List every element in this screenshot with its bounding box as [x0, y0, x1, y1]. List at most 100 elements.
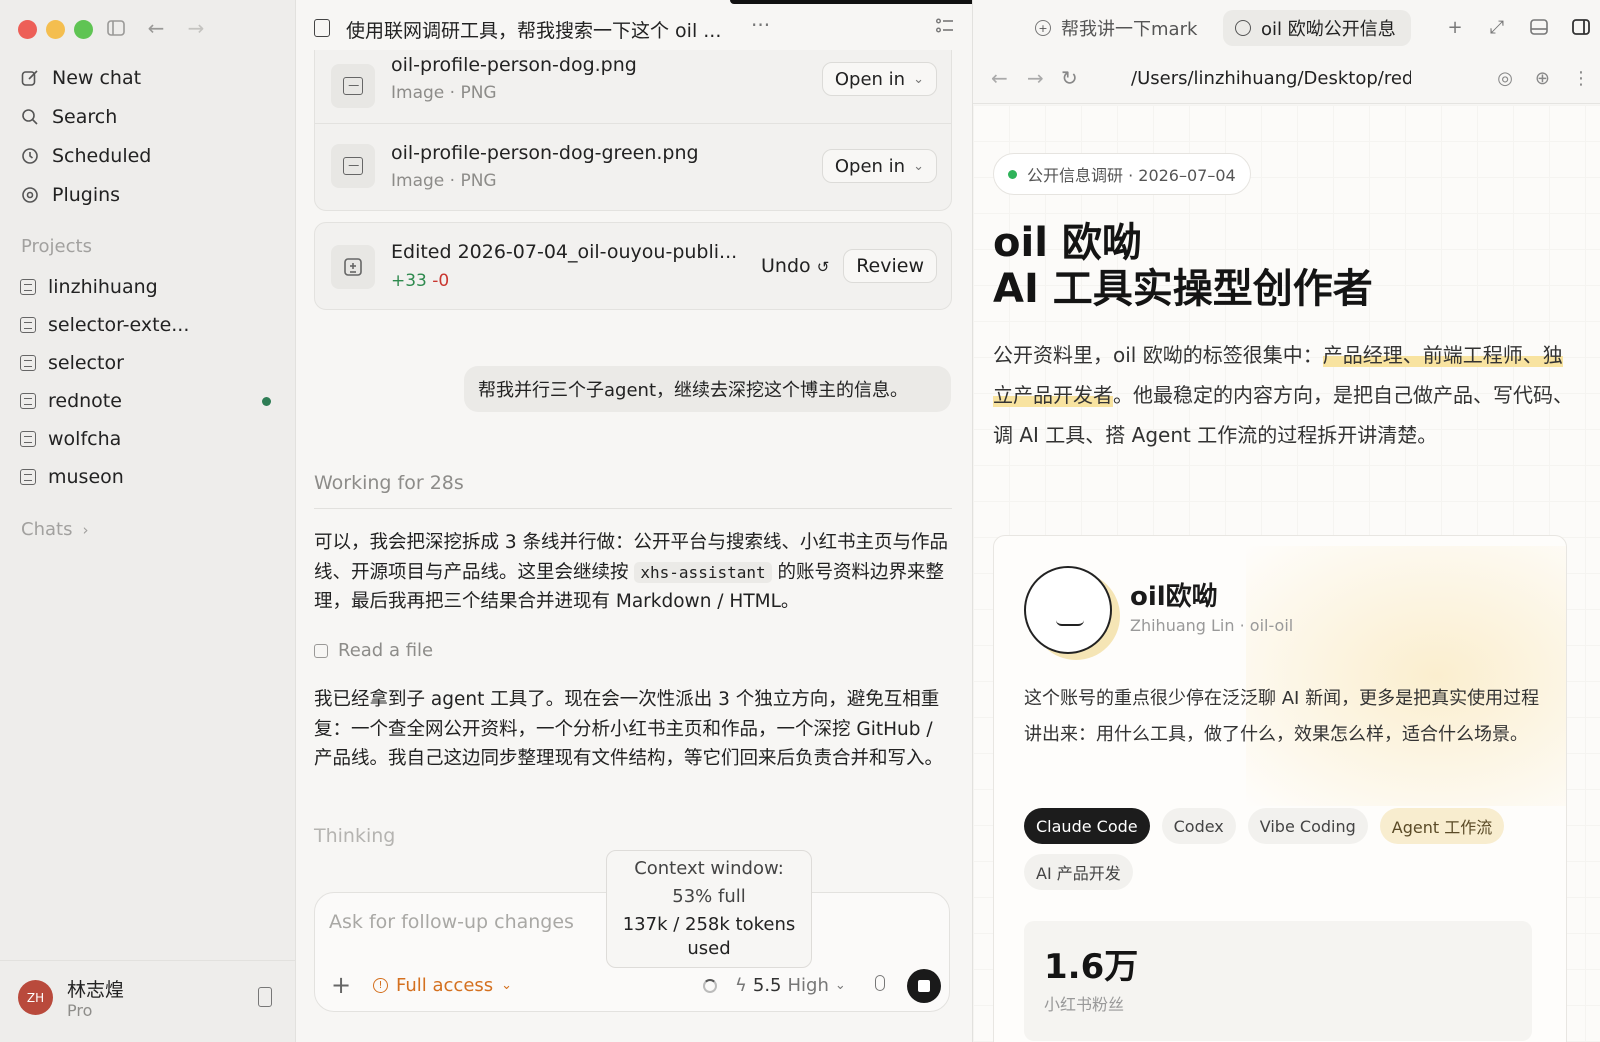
activity-dot — [262, 396, 271, 406]
toggle-sidebar-icon[interactable] — [106, 17, 126, 39]
model-selector[interactable]: ϟ 5.5 High ⌄ — [735, 975, 846, 996]
microphone-icon[interactable] — [875, 975, 885, 991]
scheduled-button[interactable]: Scheduled — [20, 136, 275, 175]
new-chat-button[interactable]: New chat — [20, 58, 275, 97]
project-item-museon[interactable]: museon — [20, 458, 275, 496]
plugin-icon — [20, 185, 40, 205]
review-button[interactable]: Review — [843, 249, 937, 283]
assistant-message: 可以，我会把深挖拆成 3 条线并行做：公开平台与搜索线、小红书主页与作品线、开源… — [314, 528, 954, 617]
projects-heading: Projects — [21, 236, 92, 257]
chevron-right-icon: › — [82, 520, 89, 539]
tab-bar: + 帮我讲一下mark oil 欧呦公开信息 + ⤢ — [973, 0, 1600, 56]
thinking-status: Thinking — [314, 825, 396, 847]
read-file-label: Read a file — [338, 640, 434, 661]
file-card: oil-profile-person-dog-green.png Image ·… — [314, 123, 952, 211]
open-in-button[interactable]: Open in ⌄ — [821, 149, 937, 183]
profile-card: oil欧呦 Zhihuang Lin · oil-oil 这个账号的重点很少停在… — [993, 535, 1567, 1042]
stop-icon — [918, 980, 930, 992]
stop-button[interactable] — [907, 969, 941, 1003]
folder-icon — [20, 393, 36, 409]
panel-icon[interactable] — [1528, 16, 1550, 38]
read-file-step[interactable]: Read a file — [314, 640, 433, 661]
add-tab-icon[interactable]: + — [1444, 16, 1466, 38]
sidebar-right-icon[interactable] — [1570, 16, 1592, 38]
zoom-window-button[interactable] — [74, 20, 93, 39]
project-item-rednote[interactable]: rednote — [20, 382, 275, 420]
screenshot-icon[interactable]: ◎ — [1497, 68, 1513, 89]
search-button[interactable]: Search — [20, 97, 275, 136]
tab-mark[interactable]: + 帮我讲一下mark — [1023, 10, 1203, 46]
more-icon[interactable]: ⋮ — [1572, 68, 1590, 89]
profile-subtitle: Zhihuang Lin · oil-oil — [1130, 616, 1294, 635]
more-options-icon[interactable]: ··· — [751, 13, 770, 37]
add-attachment-icon[interactable]: + — [331, 971, 351, 999]
badge-label: 公开信息调研 · 2026–07–04 — [1027, 166, 1236, 185]
title-line: AI 工具实操型创作者 — [993, 266, 1373, 312]
folder-icon — [20, 317, 36, 333]
profile-name: oil欧呦 — [1130, 582, 1218, 612]
project-item-selector[interactable]: selector — [20, 344, 275, 382]
lines-removed: -0 — [432, 271, 450, 291]
loading-spinner-icon — [703, 979, 717, 993]
minimize-window-button[interactable] — [46, 20, 65, 39]
project-label: rednote — [48, 390, 122, 412]
close-window-button[interactable] — [18, 20, 37, 39]
device-icon[interactable] — [258, 987, 272, 1007]
project-item-wolfcha[interactable]: wolfcha — [20, 420, 275, 458]
folder-icon — [20, 279, 36, 295]
new-chat-label: New chat — [52, 66, 142, 89]
inline-code: xhs-assistant — [634, 561, 772, 583]
chat-title: 使用联网调研工具，帮我搜索一下这个 oil ... — [346, 20, 722, 42]
tab-oil-profile[interactable]: oil 欧呦公开信息 — [1223, 10, 1411, 46]
tab-label: oil 欧呦公开信息 — [1261, 19, 1396, 40]
diff-stats: +33 -0 — [391, 271, 449, 291]
tooltip-title: Context window: — [634, 858, 784, 879]
folder-icon — [20, 469, 36, 485]
project-item-selector-exte[interactable]: selector-exte... — [20, 306, 275, 344]
context-window-tooltip: Context window: 53% full 137k / 258k tok… — [606, 850, 812, 968]
diff-file-icon — [331, 245, 375, 289]
working-status[interactable]: Working for 28s — [314, 472, 464, 494]
undo-button[interactable]: Undo ↺ — [761, 255, 829, 277]
card-glow — [1246, 546, 1566, 806]
new-tab-icon: + — [1035, 20, 1051, 36]
search-icon — [20, 107, 40, 127]
expand-icon[interactable]: ⤢ — [1486, 16, 1508, 38]
avatar: ZH — [18, 980, 53, 1015]
back-arrow-icon[interactable]: ← — [991, 66, 1008, 90]
forward-arrow-icon[interactable]: → — [1027, 66, 1044, 90]
project-label: museon — [48, 466, 124, 488]
plugins-button[interactable]: Plugins — [20, 175, 275, 214]
sidebar-toolbar: ← → — [106, 16, 206, 40]
project-label: wolfcha — [48, 428, 122, 450]
address-bar: ← → ↻ /Users/linzhihuang/Desktop/redn ◎ … — [973, 56, 1600, 104]
chat-panel: 使用联网调研工具，帮我搜索一下这个 oil ... ··· oil-profil… — [296, 0, 1166, 1042]
divider — [314, 508, 952, 509]
add-bookmark-icon[interactable]: ⊕ — [1535, 68, 1550, 89]
web-page: 公开信息调研 · 2026–07–04 oil 欧呦 AI 工具实操型创作者 公… — [973, 105, 1600, 1042]
tab-label: 帮我讲一下mark — [1061, 19, 1198, 40]
back-arrow-icon[interactable]: ← — [146, 16, 166, 40]
user-profile[interactable]: ZH 林志煌 Pro — [0, 960, 295, 1042]
url-field[interactable]: /Users/linzhihuang/Desktop/redn — [1131, 68, 1411, 89]
follow-up-input[interactable]: Ask for follow-up changes — [329, 911, 574, 933]
tab-bar-tools: + ⤢ — [1444, 16, 1592, 38]
url-tools: ◎ ⊕ ⋮ — [1497, 68, 1590, 89]
chats-heading[interactable]: Chats › — [21, 519, 88, 540]
forward-arrow-icon[interactable]: → — [186, 16, 206, 40]
open-in-button[interactable]: Open in ⌄ — [821, 62, 937, 96]
tooltip-percent: 53% full — [672, 886, 746, 907]
image-file-icon — [331, 144, 375, 188]
task-list-icon[interactable] — [936, 18, 954, 39]
chevron-down-icon: ⌄ — [834, 978, 846, 993]
clock-icon — [20, 146, 40, 166]
reload-icon[interactable]: ↻ — [1061, 66, 1078, 90]
access-mode-dropdown[interactable]: ! Full access ⌄ — [373, 975, 512, 996]
tag: Vibe Coding — [1247, 808, 1368, 844]
tag: Claude Code — [1024, 808, 1150, 844]
reasoning-level: High — [787, 975, 829, 996]
edit-summary-card: Edited 2026-07-04_oil-ouyou-publi... +33… — [314, 222, 952, 310]
document-icon — [314, 19, 330, 37]
project-item-linzhihuang[interactable]: linzhihuang — [20, 268, 275, 306]
scheduled-label: Scheduled — [52, 144, 152, 167]
